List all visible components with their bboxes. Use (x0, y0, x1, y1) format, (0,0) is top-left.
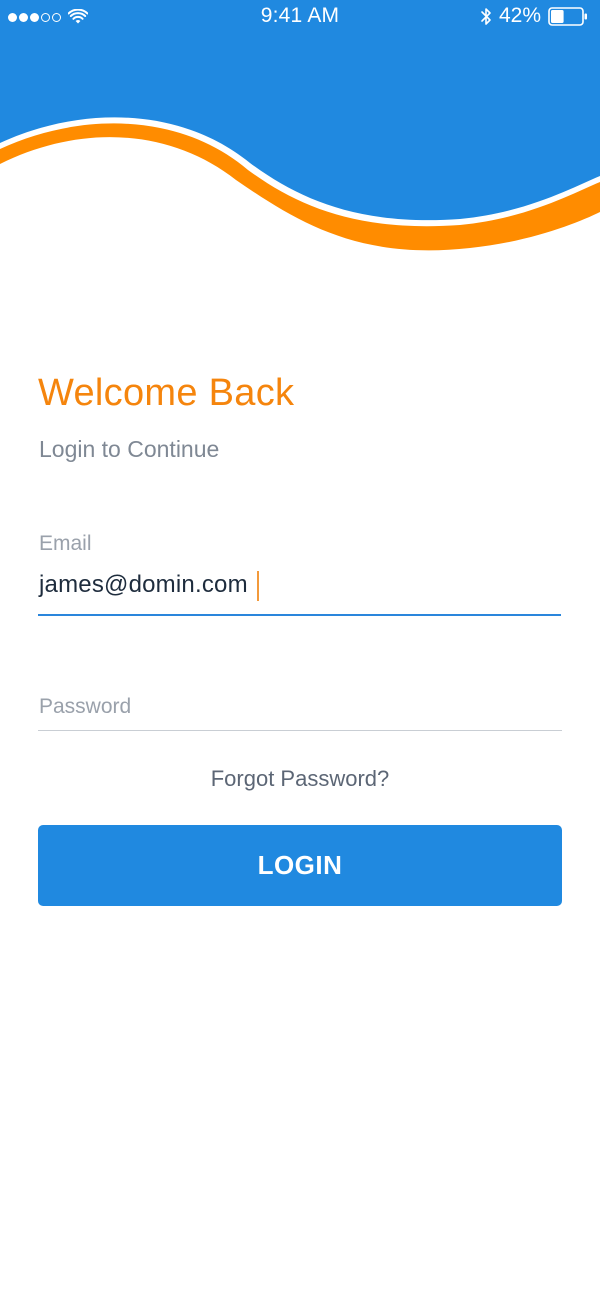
email-value: james@domin.com (39, 571, 248, 598)
text-cursor (256, 571, 259, 601)
page-title: Welcome Back (38, 372, 295, 414)
page-subtitle: Login to Continue (39, 436, 220, 462)
header-wave-background (0, 0, 600, 251)
battery-icon (548, 6, 587, 26)
email-field[interactable]: james@domin.com (38, 566, 561, 616)
status-right: 42% (480, 4, 588, 27)
status-bar: 9:41 AM 42% (0, 0, 600, 34)
battery-fill (551, 9, 564, 23)
forgot-password-link[interactable]: Forgot Password? (0, 766, 600, 792)
bluetooth-icon (481, 7, 491, 25)
login-button[interactable]: LOGIN (38, 825, 562, 906)
email-label: Email (39, 532, 92, 555)
password-field[interactable] (38, 684, 562, 731)
battery-percent: 42% (498, 4, 541, 27)
